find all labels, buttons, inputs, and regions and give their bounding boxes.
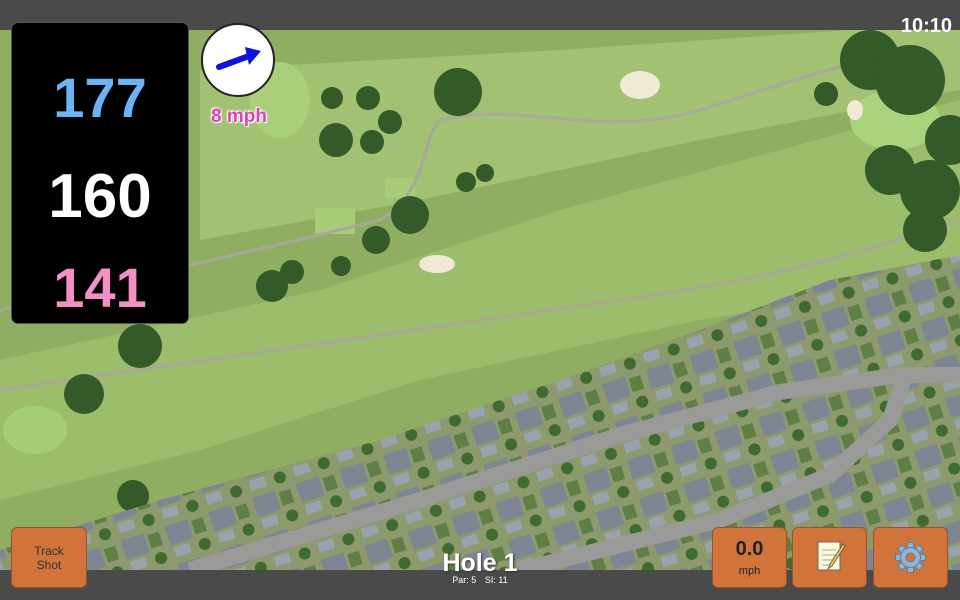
back-distance: 177 [53,66,147,129]
notes-button[interactable] [792,527,867,588]
speed-button[interactable]: 0.0 mph [712,527,787,588]
arrow-right-icon [216,47,261,70]
track-shot-button[interactable]: Track Shot [11,527,87,588]
gear-icon [895,542,926,573]
center-distance: 160 [48,162,152,231]
speed-unit: mph [738,565,761,577]
hole-title: Hole 1 [442,549,518,577]
front-distance: 141 [53,256,147,319]
track-shot-label-line1: Track [34,544,64,558]
wind-indicator[interactable] [201,23,275,97]
wind-speed-label: 8 mph [211,106,267,127]
settings-button[interactable] [873,527,948,588]
track-shot-label-line2: Shot [36,558,62,572]
hole-meta: Par: 5 SI: 11 [380,575,580,585]
notepad-icon [817,541,846,571]
speed-value: 0.0 [735,538,764,560]
yardage-panel: 177 160 141 [11,22,189,324]
hole-info: Hole 1 Par: 5 SI: 11 [380,549,580,585]
par-label: Par: 5 [452,575,477,585]
clock: 10:10 [900,15,952,37]
si-label: SI: 11 [484,575,508,585]
